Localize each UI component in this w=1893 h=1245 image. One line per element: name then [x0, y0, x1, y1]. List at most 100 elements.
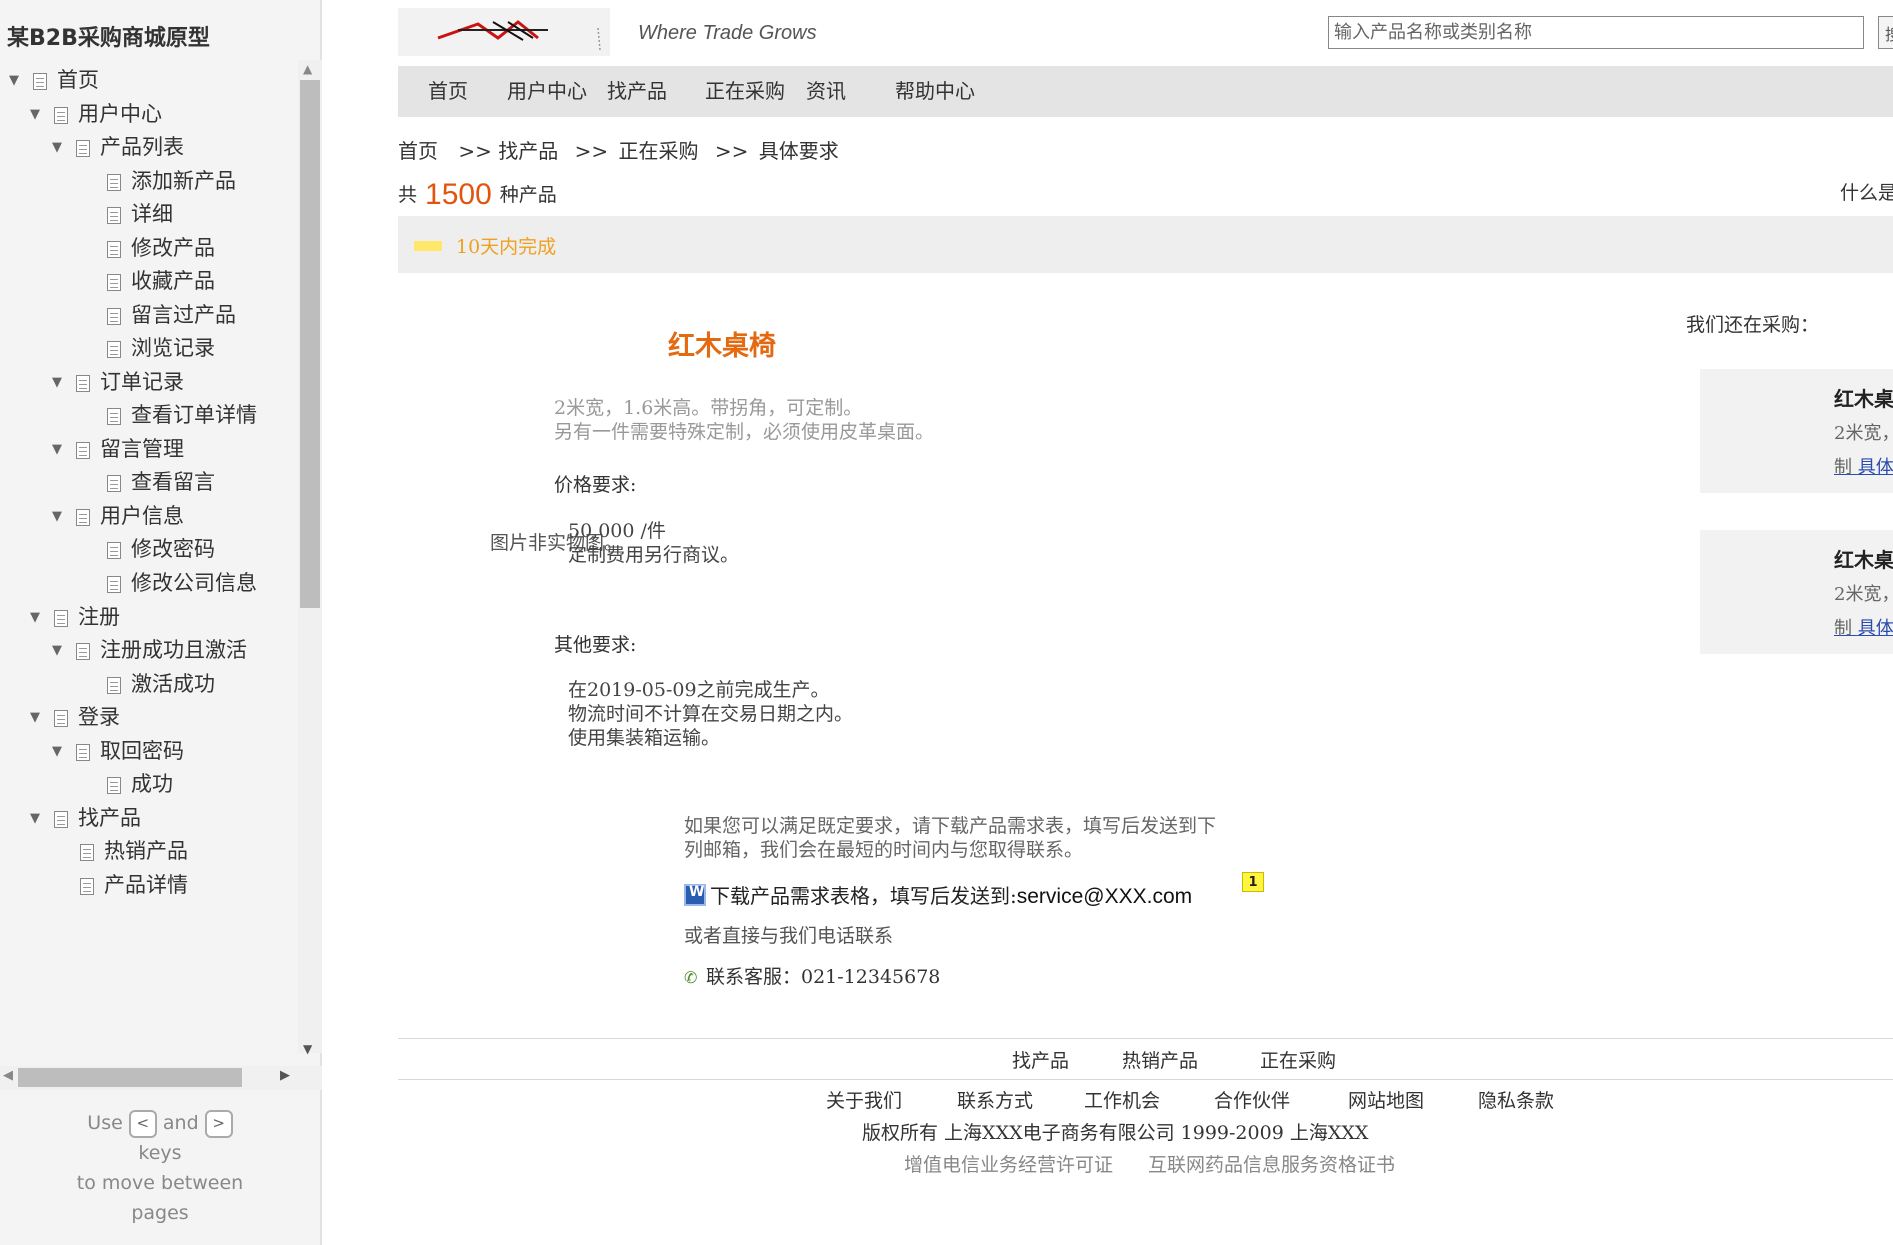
product-title: 红木桌椅 [668, 331, 776, 362]
nav-find-products[interactable]: 找产品 [607, 66, 667, 117]
expand-arrow-icon[interactable]: ▼ [50, 363, 64, 403]
footer-link-about[interactable]: 关于我们 [826, 1086, 902, 1113]
footer-link-jobs[interactable]: 工作机会 [1084, 1086, 1160, 1113]
expand-arrow-icon[interactable]: ▼ [50, 430, 64, 470]
price-label: 价格要求: [554, 474, 637, 496]
horizontal-scroll-thumb[interactable] [18, 1068, 242, 1087]
keyboard-hint: Use < and > keys to move between pages [40, 1108, 280, 1228]
breadcrumb: 首页 >> 找产品 >> 正在采购 >> 具体要求 [398, 135, 839, 164]
page-icon [107, 307, 121, 325]
main-content: Where Trade Grows 搜 首页 用户中心 找产品 正在采购 资讯 … [322, 0, 1893, 1245]
side-card-link[interactable]: 制 具体 [1834, 453, 1893, 479]
what-is-link[interactable]: 什么是 [1840, 178, 1893, 205]
expand-arrow-icon[interactable]: ▼ [28, 698, 42, 738]
expand-arrow-icon[interactable]: ▼ [28, 95, 42, 135]
phone-contact-note: 或者直接与我们电话联系 [684, 925, 894, 947]
page-icon [76, 139, 90, 157]
expand-arrow-icon[interactable]: ▼ [50, 128, 64, 168]
page-icon [107, 676, 121, 694]
footer-link-contact[interactable]: 联系方式 [957, 1086, 1033, 1113]
page-icon [107, 575, 121, 593]
side-card-title: 红木桌 [1834, 548, 1893, 572]
tree-item-activated[interactable]: 激活成功 [107, 664, 215, 704]
side-card[interactable]: 红木桌 2米宽， 制 具体 [1700, 530, 1893, 654]
price-details: 50,000 /件 定制费用另行商议。 [568, 520, 740, 566]
search-input[interactable] [1328, 16, 1864, 49]
product-count: 共 1500 种产品 [398, 178, 557, 211]
page-icon [54, 106, 68, 124]
page-icon [76, 642, 90, 660]
breadcrumb-find-products[interactable]: 找产品 [498, 135, 558, 164]
page-icon [54, 810, 68, 828]
page-icon [76, 374, 90, 392]
nav-help-center[interactable]: 帮助中心 [895, 66, 975, 117]
site-logo[interactable] [398, 8, 610, 56]
side-card[interactable]: 红木桌 2米宽， 制 具体 [1700, 369, 1893, 493]
page-icon [107, 340, 121, 358]
contact-email[interactable]: service@XXX.com [1017, 885, 1192, 908]
footer-link-purchasing[interactable]: 正在采购 [1260, 1046, 1336, 1073]
breadcrumb-current: 具体要求 [758, 139, 839, 163]
other-requirements: 在2019-05-09之前完成生产。 物流时间不计算在交易日期之内。 使用集装箱… [568, 679, 854, 749]
footer-link-privacy[interactable]: 隐私条款 [1478, 1086, 1554, 1113]
scroll-right-arrow-icon[interactable]: ▶ [280, 1068, 290, 1083]
site-tagline: Where Trade Grows [638, 22, 817, 44]
footer-link-find-products[interactable]: 找产品 [1012, 1046, 1069, 1073]
logo-icon [437, 20, 601, 51]
vertical-scroll-thumb[interactable] [300, 80, 320, 608]
page-icon [107, 474, 121, 492]
sidebar: 某B2B采购商城原型 ▼ 首页 ▼ 用户中心 ▼ 产品列表 添加新产品 详细 修改产品… [0, 0, 322, 1245]
page-icon [76, 508, 90, 526]
expand-arrow-icon[interactable]: ▼ [28, 799, 42, 839]
breadcrumb-purchasing[interactable]: 正在采购 [618, 135, 698, 164]
main-nav: 首页 用户中心 找产品 正在采购 资讯 帮助中心 [398, 66, 1893, 117]
side-card-desc: 2米宽， [1834, 423, 1893, 444]
nav-purchasing[interactable]: 正在采购 [705, 66, 785, 117]
scroll-left-arrow-icon[interactable]: ◀ [3, 1068, 13, 1083]
page-icon [107, 776, 121, 794]
also-purchasing-title: 我们还在采购： [1686, 314, 1820, 336]
page-icon [107, 273, 121, 291]
nav-user-center[interactable]: 用户中心 [507, 66, 587, 117]
breadcrumb-separator: >> [714, 139, 749, 163]
phone-icon: ✆ [684, 968, 698, 987]
word-document-icon [684, 884, 706, 906]
search-button[interactable]: 搜 [1878, 16, 1893, 49]
expand-arrow-icon[interactable]: ▼ [50, 631, 64, 671]
expand-arrow-icon[interactable]: ▼ [7, 61, 21, 101]
scroll-down-arrow-icon[interactable]: ▼ [303, 1042, 312, 1056]
count-number: 1500 [425, 178, 492, 211]
expand-arrow-icon[interactable]: ▼ [50, 497, 64, 537]
prev-key-icon: < [128, 1109, 157, 1138]
page-tree: ▼ 首页 ▼ 用户中心 ▼ 产品列表 添加新产品 详细 修改产品 收藏产品 留言过产品… [0, 60, 296, 1053]
footer-link-sitemap[interactable]: 网站地图 [1348, 1086, 1424, 1113]
tree-item-product-detail[interactable]: 产品详情 [80, 865, 188, 905]
breadcrumb-home[interactable]: 首页 [398, 135, 438, 164]
annotation-badge[interactable]: 1 [1242, 872, 1264, 892]
side-card-link[interactable]: 制 具体 [1834, 614, 1893, 640]
nav-home[interactable]: 首页 [428, 66, 468, 117]
page-icon [80, 877, 94, 895]
footer-link-partners[interactable]: 合作伙伴 [1214, 1086, 1290, 1113]
page-icon [76, 743, 90, 761]
page-icon [80, 843, 94, 861]
page-icon [107, 173, 121, 191]
footer-license-telecom[interactable]: 增值电信业务经营许可证 [904, 1150, 1113, 1177]
product-description: 2米宽，1.6米高。带拐角，可定制。 另有一件需要特殊定制，必须使用皮革桌面。 [554, 397, 935, 443]
page-icon [107, 541, 121, 559]
download-form-link[interactable]: 下载产品需求表格，填写后发送到:service@XXX.com [684, 880, 1192, 909]
breadcrumb-separator: >> [458, 139, 492, 163]
expand-arrow-icon[interactable]: ▼ [28, 598, 42, 638]
nav-news[interactable]: 资讯 [806, 66, 846, 117]
page-icon [76, 441, 90, 459]
page-icon [107, 407, 121, 425]
page-icon [54, 709, 68, 727]
footer-link-hot-products[interactable]: 热销产品 [1122, 1046, 1198, 1073]
expand-arrow-icon[interactable]: ▼ [50, 732, 64, 772]
tree-item-company-info[interactable]: 修改公司信息 [107, 563, 257, 603]
footer-divider [398, 1038, 1893, 1039]
scroll-up-arrow-icon[interactable]: ▲ [303, 62, 312, 76]
breadcrumb-separator: >> [574, 139, 609, 163]
other-requirements-label: 其他要求: [554, 634, 637, 656]
footer-license-pharma[interactable]: 互联网药品信息服务资格证书 [1148, 1150, 1395, 1177]
